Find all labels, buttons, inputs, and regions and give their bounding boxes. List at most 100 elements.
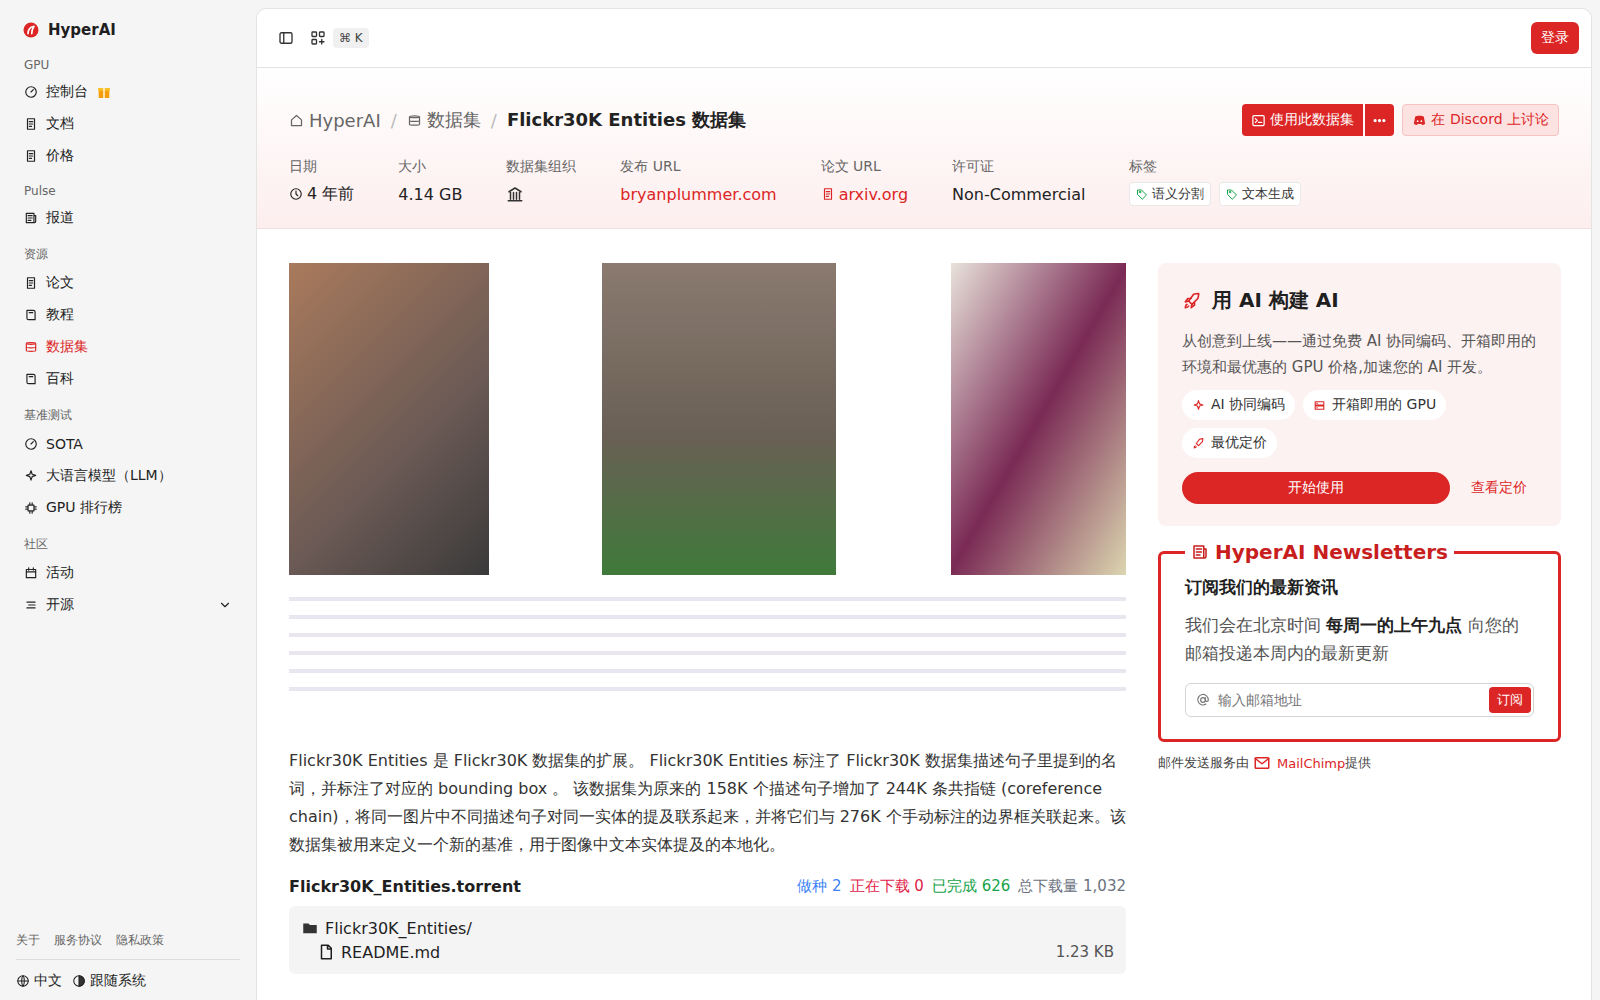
organization-icon <box>506 185 524 203</box>
database-icon <box>407 113 422 128</box>
sidebar-item[interactable]: 控制台 <box>16 76 240 108</box>
pricing-link[interactable]: 查看定价 <box>1471 479 1527 497</box>
sidebar-item[interactable]: 活动 <box>16 557 240 589</box>
nav-icon <box>24 308 38 322</box>
section-label: 社区 <box>16 530 240 557</box>
sidebar-item[interactable]: 数据集 <box>16 331 240 363</box>
main-panel: ⌘ K 登录 HyperAI/ 数据集/ Flickr30K Entities … <box>256 8 1592 1000</box>
sidebar-item[interactable]: 报道 <box>16 202 240 234</box>
sidebar-item[interactable]: 论文 <box>16 267 240 299</box>
brand-logo[interactable]: HyperAI <box>16 18 240 42</box>
nav-icon <box>24 566 38 580</box>
promo-card: 用 AI 构建 AI 从创意到上线——通过免费 AI 协同编码、开箱即用的环境和… <box>1158 263 1561 526</box>
login-button[interactable]: 登录 <box>1531 22 1579 54</box>
nav-icon <box>24 211 38 225</box>
clock-icon <box>289 187 303 201</box>
discord-button[interactable]: 在 Discord 上讨论 <box>1402 104 1559 136</box>
section-label: GPU <box>16 52 240 76</box>
brand-name: HyperAI <box>48 21 116 39</box>
subscribe-button[interactable]: 订阅 <box>1489 687 1531 713</box>
promo-title: 用 AI 构建 AI <box>1182 287 1537 314</box>
sidebar-item[interactable]: GPU 排行榜 <box>16 492 240 524</box>
tag[interactable]: 文本生成 <box>1219 182 1301 206</box>
start-button[interactable]: 开始使用 <box>1182 472 1450 504</box>
breadcrumb-item: Flickr30K Entities 数据集 <box>507 108 746 132</box>
sidebar-item[interactable]: 开源 <box>16 589 240 621</box>
file-icon <box>317 943 335 961</box>
language-button[interactable]: 中文 <box>16 972 62 990</box>
sidebar-item[interactable]: 文档 <box>16 108 240 140</box>
torrent-stat: 正在下载 0 <box>850 877 924 896</box>
mailchimp-link[interactable]: MailChimp <box>1253 754 1345 772</box>
torrent-stat: 做种 2 <box>797 877 841 896</box>
chevron-icon[interactable] <box>218 598 232 612</box>
app: HyperAI GPU 控制台 文档 价格 Pulse 报道 资源 论文 教程 … <box>0 0 1600 1000</box>
section-label: 基准测试 <box>16 401 240 428</box>
breadcrumb-item[interactable]: HyperAI <box>289 110 381 131</box>
sidebar-item[interactable]: 大语言模型（LLM） <box>16 460 240 492</box>
section-label: Pulse <box>16 178 240 202</box>
search-shortcut[interactable]: ⌘ K <box>333 28 369 48</box>
sidebar-toggle-icon[interactable] <box>277 29 295 47</box>
file-tree: Flickr30K_Entities/ README.md 1.23 KB <box>289 906 1126 974</box>
more-button[interactable] <box>1365 104 1394 136</box>
feature-chip: 开箱即用的 GPU <box>1303 390 1446 420</box>
breadcrumb: HyperAI/ 数据集/ Flickr30K Entities 数据集 <box>289 108 746 132</box>
feature-chip: AI 协同编码 <box>1182 390 1295 420</box>
torrent-title[interactable]: Flickr30K_Entities.torrent <box>289 877 521 896</box>
newspaper-icon <box>1191 543 1209 561</box>
nav-icon <box>24 501 38 515</box>
topbar: ⌘ K 登录 <box>257 9 1591 68</box>
meta-item: 数据集组织 <box>506 158 576 206</box>
server-icon <box>1313 399 1326 412</box>
meta-item: 日期 4 年前 <box>289 158 354 206</box>
tag-icon <box>1136 188 1148 200</box>
tag-icon <box>1226 188 1238 200</box>
sidebar-item[interactable]: SOTA <box>16 428 240 460</box>
gift-icon <box>96 84 112 100</box>
sidebar-section: 基准测试 SOTA 大语言模型（LLM） GPU 排行榜 <box>16 401 240 524</box>
nav-icon <box>24 117 38 131</box>
theme-button[interactable]: 跟随系统 <box>72 972 146 990</box>
tag[interactable]: 语义分割 <box>1129 182 1211 206</box>
sidebar-section: GPU 控制台 文档 价格 <box>16 52 240 172</box>
meta-item: 论文 URL arxiv.org <box>821 158 908 206</box>
breadcrumb-item[interactable]: 数据集 <box>407 108 481 132</box>
file-row[interactable]: Flickr30K_Entities/ <box>301 916 1114 940</box>
sidebar-footer: 关于服务协议隐私政策 中文 跟随系统 <box>16 932 240 990</box>
sparkle-icon <box>1192 399 1205 412</box>
mail-provider: 邮件发送服务由 MailChimp 提供 <box>1158 754 1561 772</box>
content-column: Flickr30K Entities 是 Flickr30K 数据集的扩展。 F… <box>289 263 1126 974</box>
newsletter-card: HyperAI Newsletters 订阅我们的最新资讯 我们会在北京时间 每… <box>1158 540 1561 742</box>
torrent-stat: 已完成 626 <box>932 877 1010 896</box>
globe-icon <box>16 974 30 988</box>
sidebar-section: Pulse 报道 <box>16 178 240 234</box>
nav-icon <box>24 85 38 99</box>
nav-icon <box>24 276 38 290</box>
torrent-stat: 总下载量 1,032 <box>1018 877 1126 896</box>
footer-link[interactable]: 关于 <box>16 932 40 949</box>
dataset-image <box>289 263 1126 723</box>
tags: 标签 语义分割 文本生成 <box>1129 158 1301 206</box>
terminal-icon <box>1251 113 1266 128</box>
dots-icon <box>1372 113 1387 128</box>
footer-link[interactable]: 服务协议 <box>54 932 102 949</box>
footer-link[interactable]: 隐私政策 <box>116 932 164 949</box>
sidebar-item[interactable]: 百科 <box>16 363 240 395</box>
paper-icon <box>821 187 835 201</box>
file-row[interactable]: README.md 1.23 KB <box>301 940 1114 964</box>
sidebar-item[interactable]: 价格 <box>16 140 240 172</box>
meta-item: 许可证 Non-Commercial <box>952 158 1085 206</box>
sidebar-section: 社区 活动 开源 <box>16 530 240 621</box>
torrent-header: Flickr30K_Entities.torrent 做种 2 正在下载 0 已完成… <box>289 877 1126 896</box>
mail-icon <box>1253 754 1271 772</box>
right-column: 用 AI 构建 AI 从创意到上线——通过免费 AI 协同编码、开箱即用的环境和… <box>1158 263 1561 974</box>
email-input[interactable] <box>1216 691 1483 709</box>
use-dataset-button[interactable]: 使用此数据集 <box>1242 104 1363 136</box>
dataset-header: HyperAI/ 数据集/ Flickr30K Entities 数据集 使用此… <box>257 68 1591 229</box>
description: Flickr30K Entities 是 Flickr30K 数据集的扩展。 F… <box>289 747 1126 859</box>
sidebar-item[interactable]: 教程 <box>16 299 240 331</box>
feature-chip: 最优定价 <box>1182 428 1277 458</box>
apps-icon[interactable] <box>309 29 327 47</box>
email-field: 订阅 <box>1185 683 1534 717</box>
